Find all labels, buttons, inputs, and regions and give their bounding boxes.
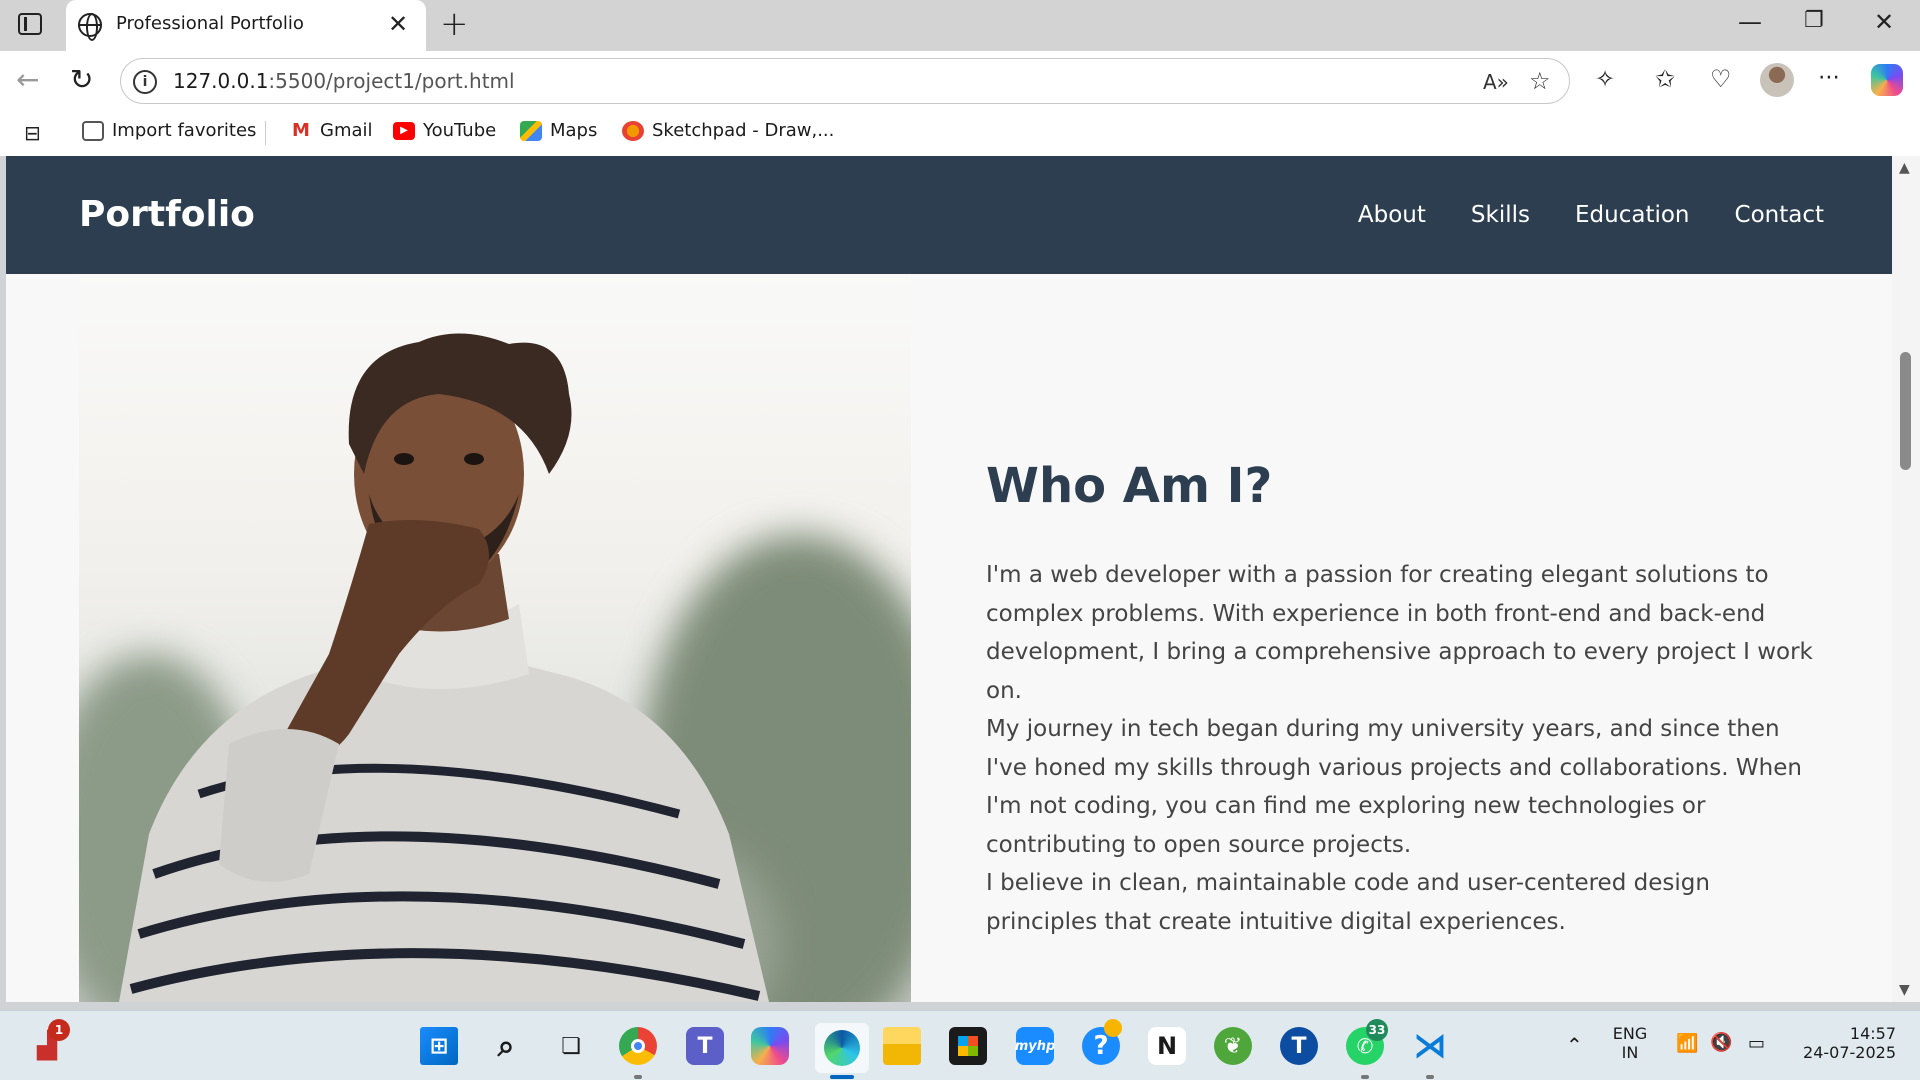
widgets-badge: 1: [48, 1019, 70, 1041]
bookmark-label: Gmail: [320, 120, 373, 141]
chrome-center: [631, 1039, 645, 1053]
extensions-icon[interactable]: ✧: [1595, 65, 1615, 93]
window-close-icon[interactable]: ✕: [1874, 8, 1894, 36]
running-indicator: [1426, 1075, 1434, 1079]
url-text: 127.0.0.1:5500/project1/port.html: [173, 69, 515, 93]
bookmark-import-favorites[interactable]: Import favorites: [82, 120, 256, 141]
region-code: IN: [1621, 1043, 1639, 1062]
nav-education[interactable]: Education: [1575, 202, 1690, 228]
language-code: ENG: [1612, 1024, 1648, 1043]
clock[interactable]: 14:57 24-07-2025: [1796, 1024, 1896, 1062]
person-illustration: [119, 333, 769, 1002]
whatsapp-badge: 33: [1366, 1019, 1388, 1041]
bookmark-label: YouTube: [423, 120, 497, 141]
edge-active-tile[interactable]: [815, 1023, 869, 1073]
close-tab-icon[interactable]: ✕: [388, 10, 408, 38]
scroll-up-icon[interactable]: ▲: [1899, 160, 1910, 176]
bookmark-maps[interactable]: Maps: [520, 120, 597, 141]
copilot-app-icon[interactable]: [751, 1027, 789, 1065]
page-viewport: Portfolio About Skills Education Contact: [6, 156, 1892, 1002]
sketchpad-icon: [622, 120, 644, 141]
search-icon[interactable]: ⌕: [487, 1027, 525, 1065]
store-icon[interactable]: [949, 1027, 987, 1065]
globe-icon: [78, 13, 102, 41]
running-indicator: [1361, 1075, 1369, 1079]
active-tab[interactable]: Professional Portfolio ✕: [66, 0, 426, 51]
url-host: 127.0.0.1: [173, 69, 269, 93]
about-paragraph: I believe in clean, maintainable code an…: [986, 870, 1710, 935]
url-path: :5500/project1/port.html: [268, 69, 515, 93]
bookmark-youtube[interactable]: ▶ YouTube: [393, 120, 496, 141]
nav-contact[interactable]: Contact: [1735, 202, 1824, 228]
about-paragraph: I'm a web developer with a passion for c…: [986, 562, 1813, 704]
taskbar: ▟ 1 ⊞ ⌕ ❏ T myhp ? N ❦ T ✆ 33 ⋊ ⌃ ENG IN…: [0, 1010, 1920, 1080]
site-nav: About Skills Education Contact: [1358, 202, 1824, 228]
spring-icon[interactable]: ❦: [1214, 1027, 1252, 1065]
task-view-icon[interactable]: ❏: [552, 1027, 590, 1065]
windows-icon[interactable]: ⊞: [420, 1027, 458, 1065]
read-aloud-icon[interactable]: A»: [1483, 70, 1509, 94]
chrome-icon[interactable]: [619, 1027, 657, 1065]
back-icon[interactable]: ←: [16, 63, 39, 96]
collections-icon[interactable]: ⊟: [24, 121, 41, 145]
site-header: Portfolio About Skills Education Contact: [6, 156, 1892, 274]
tab-bar: Professional Portfolio ✕ + — ❐ ✕: [0, 0, 1920, 51]
nav-about[interactable]: About: [1358, 202, 1426, 228]
teams-icon[interactable]: T: [686, 1027, 724, 1065]
tab-title: Professional Portfolio: [116, 13, 304, 34]
bookmark-label: Maps: [550, 120, 598, 141]
vscode-icon[interactable]: ⋊: [1411, 1026, 1449, 1066]
scroll-down-icon[interactable]: ▼: [1899, 982, 1910, 998]
edge-icon: [824, 1030, 860, 1066]
t-app-icon[interactable]: T: [1280, 1027, 1318, 1065]
gmail-icon: M: [290, 120, 312, 141]
language-indicator[interactable]: ENG IN: [1605, 1024, 1655, 1062]
help-badge: [1104, 1019, 1122, 1037]
myhp-icon[interactable]: myhp: [1015, 1027, 1055, 1065]
wifi-icon[interactable]: 📶: [1676, 1033, 1698, 1054]
clock-time: 14:57: [1849, 1024, 1896, 1043]
tab-actions-icon[interactable]: [18, 13, 42, 35]
maps-icon: [520, 120, 542, 141]
nav-skills[interactable]: Skills: [1471, 202, 1530, 228]
running-indicator: [634, 1075, 642, 1079]
bookmark-sketchpad[interactable]: Sketchpad - Draw,...: [622, 120, 834, 141]
favorites-icon[interactable]: ✩: [1655, 65, 1675, 93]
active-indicator: [830, 1075, 854, 1079]
site-brand[interactable]: Portfolio: [79, 194, 255, 235]
about-heading: Who Am I?: [986, 458, 1273, 514]
page-scrollbar[interactable]: ▲ ▼: [1892, 156, 1920, 1002]
copilot-icon[interactable]: [1871, 64, 1903, 96]
minimize-icon[interactable]: —: [1738, 8, 1762, 36]
profile-avatar[interactable]: [1760, 63, 1794, 97]
more-menu-icon[interactable]: ⋯: [1818, 65, 1840, 90]
notion-icon[interactable]: N: [1148, 1027, 1186, 1065]
favorite-star-icon[interactable]: ☆: [1529, 67, 1551, 95]
site-info-icon[interactable]: i: [133, 70, 157, 94]
show-hidden-icons[interactable]: ⌃: [1566, 1033, 1583, 1057]
bookmark-label: Sketchpad - Draw,...: [652, 120, 835, 141]
about-description: I'm a web developer with a passion for c…: [986, 556, 1816, 941]
folder-icon[interactable]: [883, 1027, 921, 1065]
profile-photo: [79, 274, 911, 1002]
restore-icon[interactable]: ❐: [1804, 8, 1824, 33]
favorites-bar: ⊟ Import favorites M Gmail ▶ YouTube Map…: [0, 111, 1920, 156]
new-tab-icon[interactable]: +: [440, 4, 469, 44]
about-paragraph: My journey in tech began during my unive…: [986, 716, 1802, 858]
volume-muted-icon[interactable]: 🔇: [1710, 1032, 1732, 1053]
refresh-icon[interactable]: ↻: [70, 63, 93, 96]
url-input[interactable]: i 127.0.0.1:5500/project1/port.html A» ☆: [120, 58, 1570, 104]
store-logo: [958, 1036, 978, 1056]
bookmark-divider: [265, 121, 266, 145]
bookmark-label: Import favorites: [112, 120, 257, 141]
import-icon: [82, 120, 104, 141]
youtube-icon: ▶: [393, 121, 415, 140]
scrollbar-thumb[interactable]: [1900, 352, 1911, 470]
browser-essentials-icon[interactable]: ♡: [1710, 65, 1732, 93]
address-bar-row: ← ↻ i 127.0.0.1:5500/project1/port.html …: [0, 51, 1920, 111]
clock-date: 24-07-2025: [1803, 1043, 1896, 1062]
bookmark-gmail[interactable]: M Gmail: [290, 120, 373, 141]
battery-icon[interactable]: ▭: [1748, 1033, 1765, 1054]
